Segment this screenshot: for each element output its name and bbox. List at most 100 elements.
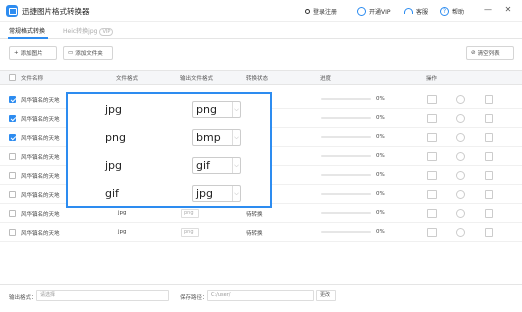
minimize-button[interactable]: — <box>483 5 493 14</box>
chevron-down-icon: ⌵ <box>232 102 240 117</box>
app-logo-icon <box>6 5 18 17</box>
preview-icon[interactable] <box>456 228 465 237</box>
save-path-label: 保存路径： <box>180 295 208 301</box>
row-checkbox[interactable] <box>9 210 16 217</box>
service-button[interactable]: 客服 <box>404 5 428 17</box>
preview-icon[interactable] <box>456 209 465 218</box>
file-name: 风华镇名的天地 <box>21 193 60 199</box>
row-checkbox[interactable] <box>9 153 16 160</box>
row-checkbox[interactable] <box>9 172 16 179</box>
col-filename: 文件名称 <box>21 76 44 82</box>
login-button[interactable]: 登录注册 <box>305 5 337 17</box>
file-format: jpg <box>118 229 127 235</box>
clear-icon: ⊘ <box>471 50 476 56</box>
open-folder-icon[interactable] <box>427 190 437 199</box>
col-output: 输出文件格式 <box>180 76 214 82</box>
format-highlight-box <box>66 92 272 208</box>
open-folder-icon[interactable] <box>427 171 437 180</box>
preview-icon[interactable] <box>456 190 465 199</box>
help-button[interactable]: ? 帮助 <box>440 5 464 17</box>
progress-text: 0% <box>376 210 385 216</box>
source-format: gif <box>105 187 119 200</box>
close-button[interactable]: ✕ <box>503 5 513 14</box>
output-format-label: 输出格式： <box>9 295 37 301</box>
help-icon: ? <box>440 6 449 16</box>
delete-icon[interactable] <box>485 171 493 180</box>
change-path-button[interactable]: 更改 <box>316 290 336 301</box>
preview-icon[interactable] <box>456 171 465 180</box>
clear-list-button[interactable]: ⊘ 清空列表 <box>466 46 514 60</box>
progress-bar <box>321 98 371 100</box>
delete-icon[interactable] <box>485 114 493 123</box>
col-status: 转换状态 <box>246 76 269 82</box>
file-name: 风华镇名的天地 <box>21 155 60 161</box>
row-checkbox[interactable] <box>9 229 16 236</box>
add-image-button[interactable]: + 添加图片 <box>9 46 57 60</box>
open-folder-icon[interactable] <box>427 114 437 123</box>
open-folder-icon[interactable] <box>427 228 437 237</box>
preview-icon[interactable] <box>456 95 465 104</box>
row-checkbox[interactable] <box>9 96 16 103</box>
delete-icon[interactable] <box>485 228 493 237</box>
delete-icon[interactable] <box>485 152 493 161</box>
vip-icon <box>357 6 366 16</box>
chevron-down-icon: ⌵ <box>232 158 240 173</box>
vip-button[interactable]: 开通VIP <box>357 5 391 17</box>
preview-icon[interactable] <box>456 133 465 142</box>
file-name: 风华镇名的天地 <box>21 117 60 123</box>
file-name: 风华镇名的天地 <box>21 136 60 142</box>
source-format: jpg <box>105 103 123 116</box>
source-format: jpg <box>105 159 123 172</box>
delete-icon[interactable] <box>485 133 493 142</box>
file-format: jpg <box>118 210 127 216</box>
tab-heic-convert[interactable]: Heic转换jpg VIP <box>63 26 114 36</box>
active-tab-indicator <box>8 37 48 39</box>
file-name: 风华镇名的天地 <box>21 98 60 104</box>
convert-status: 待转换 <box>246 212 263 218</box>
open-folder-icon[interactable] <box>427 95 437 104</box>
app-title: 迅捷图片格式转换器 <box>22 7 90 16</box>
select-all-checkbox[interactable] <box>9 74 16 81</box>
open-folder-icon[interactable] <box>427 133 437 142</box>
progress-text: 0% <box>376 191 385 197</box>
chevron-down-icon: ⌵ <box>232 186 240 201</box>
headset-icon <box>404 8 413 14</box>
col-progress: 进度 <box>320 76 332 82</box>
preview-icon[interactable] <box>456 114 465 123</box>
delete-icon[interactable] <box>485 209 493 218</box>
tab-normal-convert[interactable]: 常规格式转换 <box>9 26 45 35</box>
source-format: png <box>105 131 126 144</box>
row-checkbox[interactable] <box>9 134 16 141</box>
output-format-select[interactable]: png <box>181 228 199 237</box>
progress-bar <box>321 212 371 214</box>
file-name: 风华镇名的天地 <box>21 212 60 218</box>
file-name: 风华镇名的天地 <box>21 174 60 180</box>
delete-icon[interactable] <box>485 95 493 104</box>
progress-text: 0% <box>376 229 385 235</box>
save-path-input[interactable]: C:/user/ <box>207 290 314 301</box>
progress-bar <box>321 136 371 138</box>
progress-text: 0% <box>376 115 385 121</box>
plus-icon: + <box>14 50 19 56</box>
open-folder-icon[interactable] <box>427 209 437 218</box>
user-icon <box>305 8 310 14</box>
row-checkbox[interactable] <box>9 115 16 122</box>
output-format-select[interactable]: png <box>181 209 199 218</box>
open-folder-icon[interactable] <box>427 152 437 161</box>
add-folder-button[interactable]: ▭ 添加文件夹 <box>63 46 113 60</box>
file-name: 风华镇名的天地 <box>21 231 60 237</box>
progress-bar <box>321 193 371 195</box>
progress-bar <box>321 231 371 233</box>
progress-bar <box>321 155 371 157</box>
col-actions: 操作 <box>426 76 438 82</box>
folder-icon: ▭ <box>68 50 74 56</box>
preview-icon[interactable] <box>456 152 465 161</box>
progress-bar <box>321 117 371 119</box>
delete-icon[interactable] <box>485 190 493 199</box>
vip-badge: VIP <box>99 28 114 36</box>
progress-text: 0% <box>376 153 385 159</box>
convert-status: 待转换 <box>246 231 263 237</box>
progress-text: 0% <box>376 96 385 102</box>
output-format-select[interactable]: 请选择 <box>36 290 169 301</box>
row-checkbox[interactable] <box>9 191 16 198</box>
